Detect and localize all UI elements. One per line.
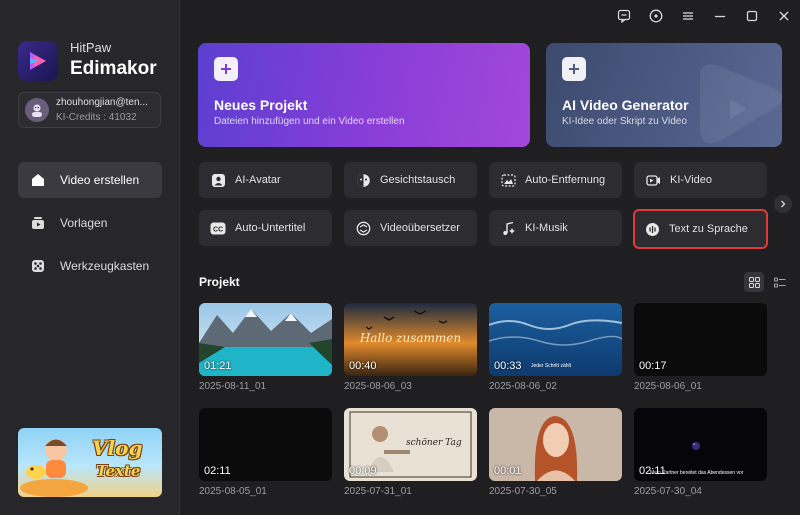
brand-name: HitPaw [70,40,112,55]
vlog-promo-banner[interactable]: Vlog Texte [18,428,162,497]
new-project-subtitle: Dateien hinzufügen und ein Video erstell… [214,116,405,127]
project-name: 2025-07-30_04 [634,486,702,497]
project-thumbnail[interactable]: 01:21 [199,303,332,376]
ai-video-icon [645,172,661,188]
project-thumbnail[interactable]: Hallo zusammen 00:40 [344,303,477,376]
edimakor-logo-icon [18,40,58,81]
sidebar-item-vorlagen[interactable]: Vorlagen [18,205,162,241]
sidebar-item-werkzeugkasten[interactable]: Werkzeugkasten [18,248,162,284]
tool-ai-avatar[interactable]: AI-Avatar [199,162,332,198]
project-thumbnail[interactable]: 00:01 [489,408,622,481]
info-icon[interactable] [640,0,672,32]
maximize-icon[interactable] [736,0,768,32]
sidebar-item-video-erstellen[interactable]: Video erstellen [18,162,162,198]
tool-auto-untertitel[interactable]: CC Auto-Untertitel [199,210,332,246]
sidebar-nav: Video erstellen Vorlagen Werkzeugkasten [18,162,162,291]
new-project-title: Neues Projekt [214,97,308,113]
feedback-icon[interactable] [608,0,640,32]
view-toggle [738,272,790,292]
tool-label: KI-Musik [525,222,568,234]
sidebar-item-label: Werkzeugkasten [60,259,150,273]
app-window: HitPaw Edimakor zhouhongjian@ten... KI-C… [0,0,800,515]
logo: HitPaw Edimakor [18,40,157,81]
tool-auto-entfernung[interactable]: Auto-Entfernung [489,162,622,198]
project-thumbnail[interactable]: Jeder Schritt zählt 00:33 [489,303,622,376]
project-name: 2025-08-11_01 [199,381,267,392]
music-icon [500,220,516,236]
tool-videouebersetzer[interactable]: Videoübersetzer [344,210,477,246]
new-project-card[interactable]: Neues Projekt Dateien hinzufügen und ein… [198,43,530,147]
tool-text-zu-sprache[interactable]: Text zu Sprache [633,209,768,249]
grid-view-icon[interactable] [744,272,764,292]
menu-icon[interactable] [672,0,704,32]
close-icon[interactable] [768,0,800,32]
plus-icon [214,57,238,81]
project-duration: 01:21 [204,360,232,372]
minimize-icon[interactable] [704,0,736,32]
chevron-right-icon [781,200,786,208]
tool-label: Auto-Entfernung [525,174,606,186]
promo-word-texte: Texte [96,462,141,480]
project-duration: 00:09 [349,465,377,477]
tool-ki-musik[interactable]: KI-Musik [489,210,622,246]
window-controls [608,0,800,32]
project-name: 2025-08-06_02 [489,381,557,392]
project-thumbnail[interactable]: Mein Partner bereitet das Abendessen vor… [634,408,767,481]
project-thumbnail[interactable]: schöner Tag 00:09 [344,408,477,481]
translate-icon [355,220,371,236]
sidebar: HitPaw Edimakor zhouhongjian@ten... KI-C… [0,0,180,515]
project-name: 2025-08-06_03 [344,381,412,392]
tool-ki-video[interactable]: KI-Video [634,162,767,198]
account-box[interactable]: zhouhongjian@ten... KI-Credits : 41032 [18,92,161,128]
text-to-speech-icon [644,221,660,237]
scroll-right-button[interactable] [774,195,792,213]
projects-section-title: Projekt [199,275,240,289]
ai-video-generator-card[interactable]: AI Video Generator KI-Idee oder Skript z… [546,43,782,147]
account-email: zhouhongjian@ten... [56,97,148,108]
avatar-icon [210,172,226,188]
ai-generator-title: AI Video Generator [562,97,689,113]
project-duration: 00:01 [494,465,522,477]
list-view-icon[interactable] [770,272,790,292]
thumbnail-caption: schöner Tag [406,438,462,448]
project-thumbnail[interactable]: 00:17 [634,303,767,376]
project-name: 2025-07-30_05 [489,486,557,497]
templates-icon [30,215,46,231]
project-duration: 00:33 [494,360,522,372]
subtitle-icon: CC [210,220,226,236]
face-swap-icon [355,172,371,188]
thumbnail-caption: Hallo zusammen [359,331,462,345]
project-duration: 00:17 [639,360,667,372]
auto-remove-icon [500,172,516,188]
product-name: Edimakor [70,58,157,79]
tool-label: AI-Avatar [235,174,281,186]
project-thumbnail[interactable]: 02:11 [199,408,332,481]
tool-label: Auto-Untertitel [235,222,306,234]
home-icon [30,172,46,188]
project-duration: 02:11 [639,465,666,477]
project-duration: 00:40 [349,360,377,372]
tool-label: Gesichtstausch [380,174,456,186]
tool-label: Videoübersetzer [380,222,460,234]
promo-word-vlog: Vlog [92,436,143,460]
plus-icon [562,57,586,81]
tool-label: KI-Video [670,174,712,186]
account-credits: KI-Credits : 41032 [56,112,137,123]
project-duration: 02:11 [204,465,231,477]
project-name: 2025-08-05_01 [199,486,267,497]
sidebar-item-label: Vorlagen [60,216,108,230]
avatar [25,98,49,122]
thumbnail-caption: Jeder Schritt zählt [531,363,572,369]
sidebar-item-label: Video erstellen [60,173,140,187]
svg-text:CC: CC [213,226,223,233]
toolbox-icon [30,258,46,274]
tool-gesichtstausch[interactable]: Gesichtstausch [344,162,477,198]
project-name: 2025-07-31_01 [344,486,412,497]
project-name: 2025-08-06_01 [634,381,702,392]
ai-generator-subtitle: KI-Idee oder Skript zu Video [562,116,687,127]
tool-label: Text zu Sprache [669,223,748,235]
